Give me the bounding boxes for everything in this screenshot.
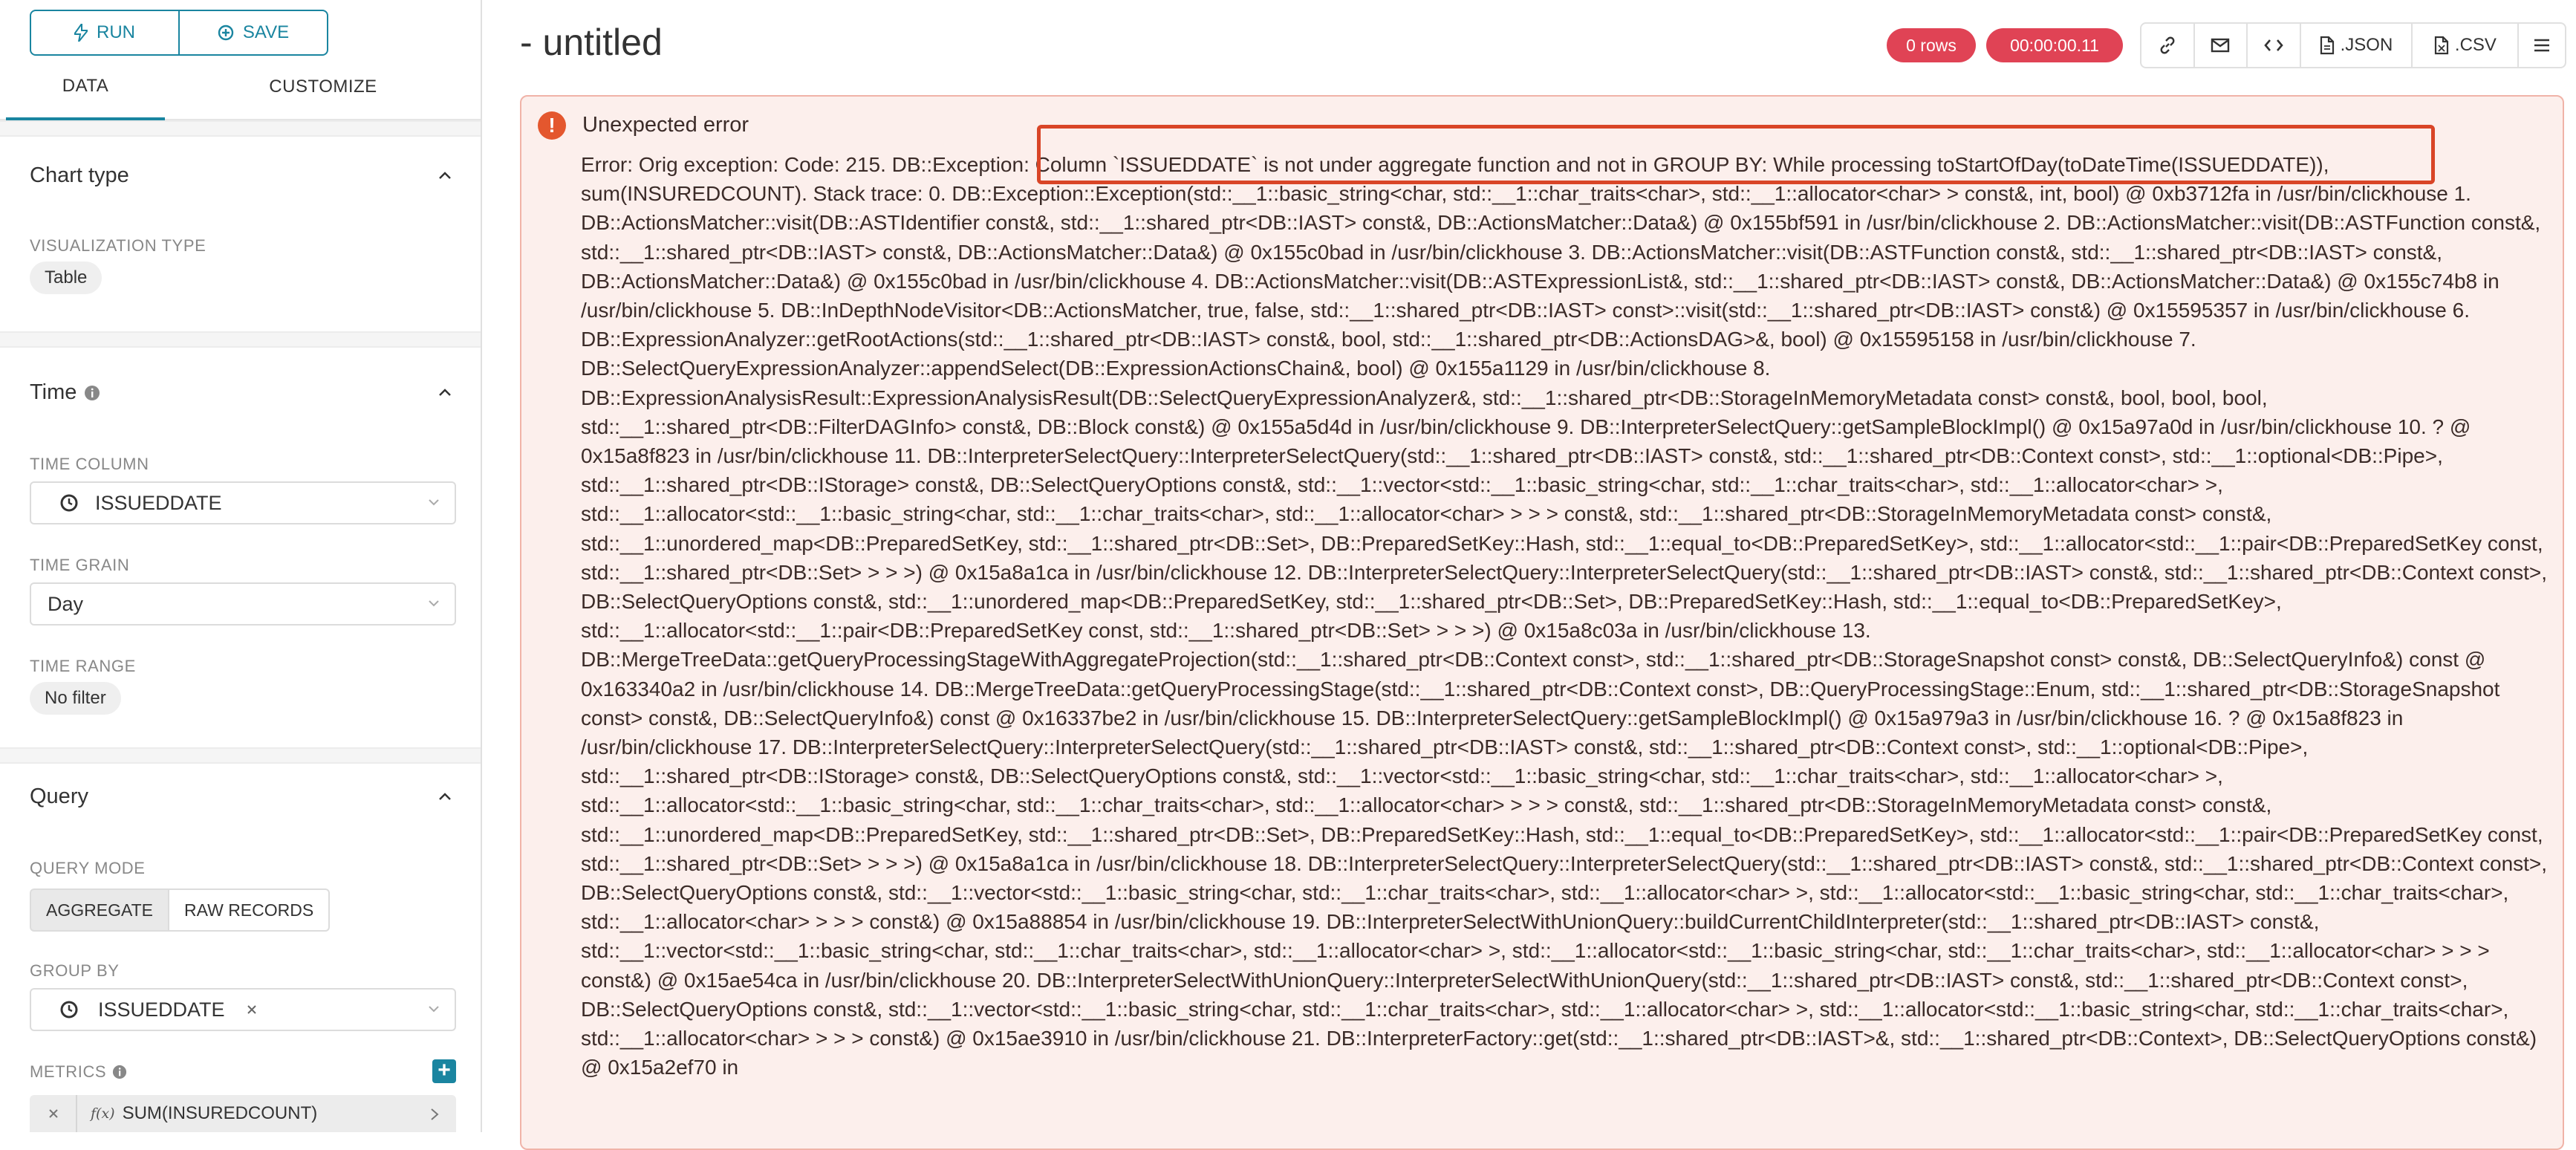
query-mode-label: QUERY MODE [30,859,146,877]
error-icon: ! [538,111,566,140]
close-icon[interactable] [48,1108,59,1120]
error-title: Unexpected error [582,113,749,137]
chevron-down-icon [429,1006,439,1013]
chevron-down-icon [429,499,439,506]
add-metric-button[interactable]: + [432,1059,456,1083]
share-email-button[interactable] [2195,24,2248,67]
section-divider [0,120,481,137]
query-time-badge: 00:00:00.11 [1986,28,2123,62]
plus-icon: + [438,1058,451,1082]
export-json-button[interactable]: .JSON [2301,24,2413,67]
time-range-value[interactable]: No filter [30,682,121,715]
time-grain-label: TIME GRAIN [30,556,130,574]
chevron-up-icon[interactable] [438,385,452,400]
time-range-label: TIME RANGE [30,657,136,675]
copy-link-button[interactable] [2141,24,2195,67]
function-icon: f(x) [91,1105,115,1122]
group-by-value: ISSUEDDATE [98,998,225,1021]
time-column-select[interactable]: ISSUEDDATE [30,481,456,524]
time-grain-select[interactable]: Day [30,582,456,626]
clock-icon [60,1001,78,1019]
link-icon [2160,36,2175,54]
info-icon [113,1065,127,1079]
time-grain-value: Day [48,592,84,615]
tab-customize[interactable]: CUSTOMIZE [241,55,405,119]
mail-icon [2211,38,2230,53]
group-by-label: GROUP BY [30,961,120,980]
tab-data[interactable]: DATA [6,55,165,120]
highlight-box [1037,125,2435,184]
time-column-label: TIME COLUMN [30,455,149,473]
run-label: RUN [97,22,135,42]
metric-item[interactable]: f(x) SUM(INSUREDCOUNT) [30,1095,456,1132]
visualization-type-value[interactable]: Table [30,261,103,294]
plus-circle-icon [218,25,234,41]
embed-code-button[interactable] [2248,24,2301,67]
chevron-down-icon [429,600,439,607]
chart-type-title[interactable]: Chart type [30,163,129,188]
file-icon [2434,36,2449,55]
export-csv-button[interactable]: .CSV [2413,24,2520,67]
clock-icon [60,494,78,512]
info-icon [85,385,100,400]
save-button[interactable]: SAVE [178,11,327,54]
query-mode-aggregate[interactable]: AGGREGATE [30,889,169,932]
save-label: SAVE [242,22,290,42]
time-title-label: Time [30,380,77,404]
file-icon [2320,36,2334,55]
chevron-right-icon [431,1108,439,1120]
group-by-select[interactable]: ISSUEDDATE [30,988,456,1031]
left-panel: RUN SAVE DATA CUSTOMIZE Chart type VISUA… [0,0,482,1132]
json-label: .JSON [2340,35,2393,55]
error-alert: ! Unexpected error Error: Orig exception… [520,95,2564,1150]
panel-tabs: DATA CUSTOMIZE [0,55,481,120]
close-icon[interactable] [246,1004,258,1016]
row-count-badge: 0 rows [1887,28,1976,62]
more-menu-button[interactable] [2519,24,2565,67]
query-mode-raw-records[interactable]: RAW RECORDS [169,889,331,932]
run-save-group: RUN SAVE [30,10,328,56]
chevron-up-icon[interactable] [438,168,452,183]
time-title[interactable]: Time [30,380,100,405]
query-title[interactable]: Query [30,784,88,809]
bolt-icon [74,24,88,42]
metrics-label-row: METRICS [30,1062,127,1082]
error-message: Error: Orig exception: Code: 215. DB::Ex… [581,153,2553,1079]
metrics-label: METRICS [30,1062,107,1081]
time-column-value: ISSUEDDATE [95,491,222,514]
section-divider [0,331,481,348]
metric-value: SUM(INSUREDCOUNT) [122,1103,318,1123]
query-mode-toggle: AGGREGATE RAW RECORDS [30,889,331,932]
page-title: - untitled [520,22,663,63]
menu-icon [2534,39,2550,52]
code-icon [2264,39,2283,51]
chevron-up-icon[interactable] [438,789,452,804]
run-button[interactable]: RUN [31,11,178,54]
section-divider [0,747,481,764]
export-toolbar: .JSON .CSV [2140,22,2566,68]
csv-label: .CSV [2454,35,2497,55]
visualization-type-label: VISUALIZATION TYPE [30,236,206,255]
